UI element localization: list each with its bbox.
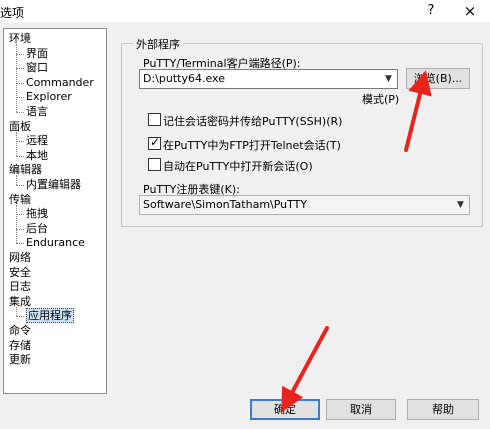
tree-item-label: 界面 (26, 46, 48, 60)
tree-category[interactable]: 网络 (9, 251, 31, 265)
tree-branch-line (16, 214, 24, 216)
options-tree[interactable]: 环境 界面 窗口 Commander Explorer 语言面板 远程 本地 编辑器 内置编辑器传… (3, 28, 107, 394)
tree-subitem[interactable]: 本地 (26, 149, 48, 163)
tree-subitem[interactable]: 后台 (26, 222, 48, 236)
tree-item-label: 本地 (26, 148, 48, 162)
tree-subitem[interactable]: 远程 (26, 134, 48, 148)
tree-item-label: 存储 (9, 338, 31, 352)
tree-item-label: 安全 (9, 265, 31, 279)
putty-path-combo[interactable]: D:\putty64.exe ▼ (139, 69, 398, 89)
tree-category[interactable]: 安全 (9, 266, 31, 280)
tree-subitem[interactable]: Explorer (26, 90, 72, 104)
auto-open-session-checkbox[interactable] (148, 158, 161, 171)
tree-item-label: 集成 (9, 294, 31, 308)
tree-branch-line (16, 97, 24, 99)
checkmark-icon: ✓ (150, 135, 161, 149)
tree-trunk-line (16, 44, 17, 112)
tree-trunk-line (16, 204, 17, 244)
chevron-down-icon[interactable]: ▼ (380, 70, 397, 88)
tree-category[interactable]: 传输 (9, 193, 31, 207)
registry-key-value: Software\SimonTatham\PuTTY (143, 198, 308, 211)
tree-branch-line (16, 228, 24, 230)
tree-branch-line (16, 155, 24, 157)
tree-branch-line (16, 53, 24, 55)
tree-item-label: 应用程序 (26, 308, 74, 324)
tree-category[interactable]: 日志 (9, 280, 31, 294)
tree-item-label: 环境 (9, 32, 31, 45)
tree-category[interactable]: 更新 (9, 353, 31, 367)
registry-key-combo[interactable]: Software\SimonTatham\PuTTY ▼ (139, 195, 470, 215)
tree-category[interactable]: 集成 (9, 295, 31, 309)
tree-branch-line (16, 68, 24, 70)
tree-item-label: 传输 (9, 192, 31, 206)
title-bar: 选项 ? × (0, 0, 490, 22)
tree-subitem[interactable]: 界面 (26, 47, 48, 61)
tree-item-label: 网络 (9, 251, 31, 264)
tree-subitem[interactable]: 拖拽 (26, 207, 48, 221)
tree-subitem[interactable]: 内置编辑器 (26, 178, 81, 192)
tree-subitem[interactable]: Endurance (26, 236, 85, 250)
tree-item-label: Commander (26, 75, 94, 89)
auto-open-session-label: 自动在PuTTY中打开新会话(O) (163, 160, 313, 173)
ok-button[interactable]: 确定 (250, 399, 320, 420)
tree-trunk-line (16, 131, 17, 156)
tree-category[interactable]: 面板 (9, 120, 31, 134)
tree-item-label: 编辑器 (9, 163, 42, 177)
tree-item-label: 远程 (26, 134, 48, 148)
tree-subitem[interactable]: 应用程序 (26, 308, 74, 324)
tree-subitem[interactable]: 窗口 (26, 61, 48, 75)
tree-branch-line (16, 185, 24, 186)
telnet-session-label: 在PuTTY中为FTP打开Telnet会话(T) (163, 139, 341, 152)
help-icon[interactable]: ? (420, 1, 442, 21)
remember-password-label: 记住会话密码并传给PuTTY(SSH)(R) (163, 115, 343, 128)
close-icon[interactable]: × (458, 1, 482, 21)
tree-category[interactable]: 存储 (9, 339, 31, 353)
tree-item-label: Explorer (26, 90, 72, 104)
tree-item-label: 更新 (9, 353, 31, 367)
cancel-button[interactable]: 取消 (326, 399, 396, 420)
tree-item-label: 语言 (26, 105, 48, 118)
window-title: 选项 (0, 6, 25, 20)
pattern-button[interactable]: 模式(P) (362, 91, 399, 107)
tree-item-label: 窗口 (26, 61, 48, 75)
tree-branch-line (16, 82, 24, 84)
chevron-down-icon[interactable]: ▼ (452, 196, 469, 214)
help-button[interactable]: 帮助 (407, 399, 479, 420)
tree-item-label: 拖拽 (26, 207, 48, 221)
telnet-session-checkbox[interactable]: ✓ (148, 135, 161, 150)
tree-item-label: 后台 (26, 221, 48, 235)
tree-branch-line (16, 243, 24, 245)
tree-subitem[interactable]: 语言 (26, 105, 48, 119)
tree-item-label: 命令 (9, 324, 31, 337)
tree-item-label: 面板 (9, 119, 31, 133)
browse-button[interactable]: 浏览(B)... (406, 68, 470, 89)
tree-category[interactable]: 命令 (9, 324, 31, 338)
tree-subitem[interactable]: Commander (26, 76, 94, 90)
tree-item-label: 内置编辑器 (26, 178, 81, 191)
tree-branch-line (16, 141, 24, 143)
group-title: 外部程序 (133, 36, 183, 52)
tree-item-label: Endurance (26, 236, 85, 250)
remember-password-checkbox[interactable] (148, 113, 161, 126)
tree-branch-line (16, 316, 24, 318)
arrow-to-ok (281, 326, 329, 413)
tree-category[interactable]: 编辑器 (9, 163, 42, 177)
tree-item-label: 日志 (9, 280, 31, 294)
tree-branch-line (16, 112, 24, 113)
putty-path-value: D:\putty64.exe (143, 72, 225, 85)
tree-category[interactable]: 环境 (9, 32, 31, 46)
